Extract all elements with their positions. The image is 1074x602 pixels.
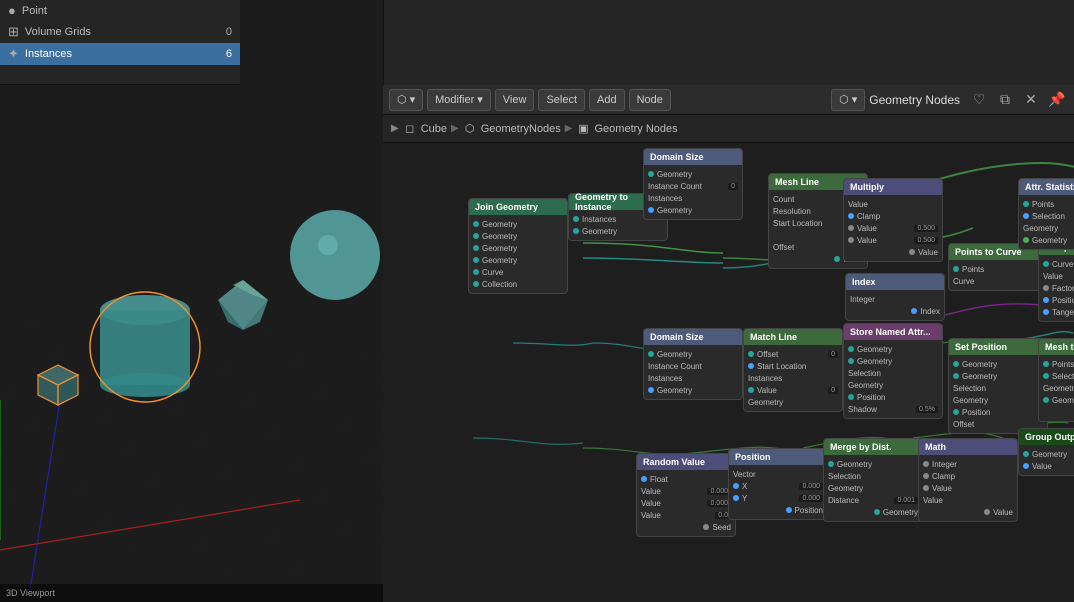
domain-size-mid-title: Domain Size bbox=[650, 332, 704, 342]
prop-label-volume: Volume Grids bbox=[25, 26, 91, 38]
close-nodegroup-button[interactable]: ✕ bbox=[1020, 89, 1042, 111]
breadcrumb-sep-1: ▶ bbox=[451, 123, 459, 134]
pin-icon: 📌 bbox=[1048, 91, 1065, 108]
multiply-title: Multiply bbox=[850, 182, 884, 192]
points-to-curve-node[interactable]: Points to Curve Points Curve bbox=[948, 243, 1048, 291]
prop-label-point: Point bbox=[22, 5, 47, 17]
position-node[interactable]: Position Vector X0.000 Y0.000 Position bbox=[728, 448, 828, 520]
select-label: Select bbox=[546, 94, 577, 106]
breadcrumb-nodegroup-label: Geometry Nodes bbox=[595, 123, 678, 135]
viewport-status-text: 3D Viewport bbox=[6, 588, 55, 598]
view-label: View bbox=[503, 94, 527, 106]
output-node[interactable]: Group Output Geometry Value bbox=[1018, 428, 1074, 476]
breadcrumb-arrow: ▶ bbox=[391, 123, 399, 134]
random-value-title: Random Value bbox=[643, 457, 705, 467]
store-named-node[interactable]: Store Named Attr... Geometry Geometry Se… bbox=[843, 323, 943, 419]
viewport-3d[interactable]: 3D Viewport bbox=[0, 0, 383, 602]
heart-icon: ♡ bbox=[973, 91, 986, 108]
node-canvas[interactable]: Join Geometry Geometry Geometry Geometry… bbox=[383, 143, 1074, 602]
position-title: Position bbox=[735, 452, 771, 462]
prop-value-volume: 0 bbox=[226, 26, 232, 38]
math-title: Math bbox=[925, 442, 946, 452]
attr-stat-node[interactable]: Attr. Statistic Points Selection Geometr… bbox=[1018, 178, 1074, 250]
pin-button[interactable]: 📌 bbox=[1046, 89, 1068, 111]
prop-row-point[interactable]: ● Point bbox=[0, 0, 240, 21]
prop-label-instances: Instances bbox=[25, 48, 72, 60]
domain-size-top-title: Domain Size bbox=[650, 152, 704, 162]
node-button[interactable]: Node bbox=[629, 89, 671, 111]
merge-dist-title: Merge by Dist. bbox=[830, 442, 892, 452]
copy-button[interactable]: ⧉ bbox=[994, 89, 1016, 111]
store-named-title: Store Named Attr... bbox=[850, 327, 931, 337]
modifier-arrow: ▾ bbox=[477, 93, 483, 106]
join-geometry-node[interactable]: Join Geometry Geometry Geometry Geometry… bbox=[468, 198, 568, 294]
nodegroup-icon: ▣ bbox=[577, 122, 591, 136]
editor-type-button[interactable]: ⬡ ▾ bbox=[389, 89, 423, 111]
breadcrumb-sep-2: ▶ bbox=[565, 123, 573, 134]
mesh-line-title: Mesh Line bbox=[775, 177, 819, 187]
breadcrumb: ▶ ◻ Cube ▶ ⬡ GeometryNodes ▶ ▣ Geometry … bbox=[383, 115, 1074, 143]
properties-panel: ● Point ⊞ Volume Grids 0 ✦ Instances 6 bbox=[0, 0, 240, 85]
merge-dist-node[interactable]: Merge by Dist. Geometry Selection Geomet… bbox=[823, 438, 923, 522]
domain-size-mid-node[interactable]: Domain Size Geometry Instance Count Inst… bbox=[643, 328, 743, 400]
modifier-button[interactable]: Modifier ▾ bbox=[427, 89, 491, 111]
nodetree-title: Geometry Nodes bbox=[869, 93, 960, 107]
node-type-button[interactable]: ⬡ ▾ bbox=[831, 89, 865, 111]
multiply-node[interactable]: Multiply Value Clamp Value0.500 Value0.5… bbox=[843, 178, 943, 262]
modifier-label: Modifier bbox=[435, 94, 474, 106]
top-header-area bbox=[383, 0, 1074, 85]
match-line-node[interactable]: Match Line Offset0 Start Location Instan… bbox=[743, 328, 843, 412]
breadcrumb-modifier-label: GeometryNodes bbox=[481, 123, 561, 135]
points-to-curve-title: Points to Curve bbox=[955, 247, 1022, 257]
viewport-status: 3D Viewport bbox=[0, 584, 383, 602]
editor-type-arrow: ▾ bbox=[410, 93, 416, 106]
node-type-arrow: ▾ bbox=[852, 93, 858, 106]
editor-type-icon: ⬡ bbox=[397, 93, 407, 106]
add-label: Add bbox=[597, 94, 617, 106]
breadcrumb-cube-label: Cube bbox=[421, 123, 447, 135]
sample-curve-node[interactable]: Sample Curve Curve Value Factor Position… bbox=[1038, 238, 1074, 322]
index-node[interactable]: Index Integer Index bbox=[845, 273, 945, 321]
copy-icon: ⧉ bbox=[1000, 91, 1010, 108]
domain-size-top-node[interactable]: Domain Size Geometry Instance Count0 Ins… bbox=[643, 148, 743, 220]
random-value-node[interactable]: Random Value Float Value0.000 Value0.000… bbox=[636, 453, 736, 537]
join-geometry-title: Join Geometry bbox=[475, 202, 538, 212]
instances-icon: ✦ bbox=[8, 46, 19, 62]
viewport-grid bbox=[0, 0, 383, 602]
volume-icon: ⊞ bbox=[8, 24, 19, 40]
select-button[interactable]: Select bbox=[538, 89, 585, 111]
node-label: Node bbox=[637, 94, 663, 106]
set-position-node[interactable]: Set Position Geometry Geometry Selection… bbox=[948, 338, 1048, 434]
prop-row-instances[interactable]: ✦ Instances 6 bbox=[0, 43, 240, 65]
view-button[interactable]: View bbox=[495, 89, 535, 111]
node-type-icon: ⬡ bbox=[839, 93, 849, 106]
mesh-to-curve-title: Mesh to Curve bbox=[1045, 342, 1074, 352]
heart-button[interactable]: ♡ bbox=[968, 89, 990, 111]
breadcrumb-nodegroup[interactable]: ▣ Geometry Nodes bbox=[577, 122, 678, 136]
breadcrumb-modifier[interactable]: ⬡ GeometryNodes bbox=[463, 122, 561, 136]
index-title: Index bbox=[852, 277, 876, 287]
close-icon: ✕ bbox=[1025, 91, 1037, 108]
toolbar: ⬡ ▾ Modifier ▾ View Select Add Node ⬡ ▾ … bbox=[383, 85, 1074, 115]
set-position-title: Set Position bbox=[955, 342, 1007, 352]
point-icon: ● bbox=[8, 3, 16, 18]
math-node[interactable]: Math Integer Clamp Value Value Value bbox=[918, 438, 1018, 522]
breadcrumb-cube[interactable]: ◻ Cube bbox=[403, 122, 447, 136]
mesh-to-curve-node[interactable]: Mesh to Curve Points Selection Geometry … bbox=[1038, 338, 1074, 422]
output-title: Group Output bbox=[1025, 432, 1074, 442]
prop-row-volume[interactable]: ⊞ Volume Grids 0 bbox=[0, 21, 240, 43]
add-button[interactable]: Add bbox=[589, 89, 625, 111]
cube-icon: ◻ bbox=[403, 122, 417, 136]
match-line-title: Match Line bbox=[750, 332, 797, 342]
modifier-icon: ⬡ bbox=[463, 122, 477, 136]
prop-value-instances: 6 bbox=[226, 48, 232, 60]
attr-stat-title: Attr. Statistic bbox=[1025, 182, 1074, 192]
